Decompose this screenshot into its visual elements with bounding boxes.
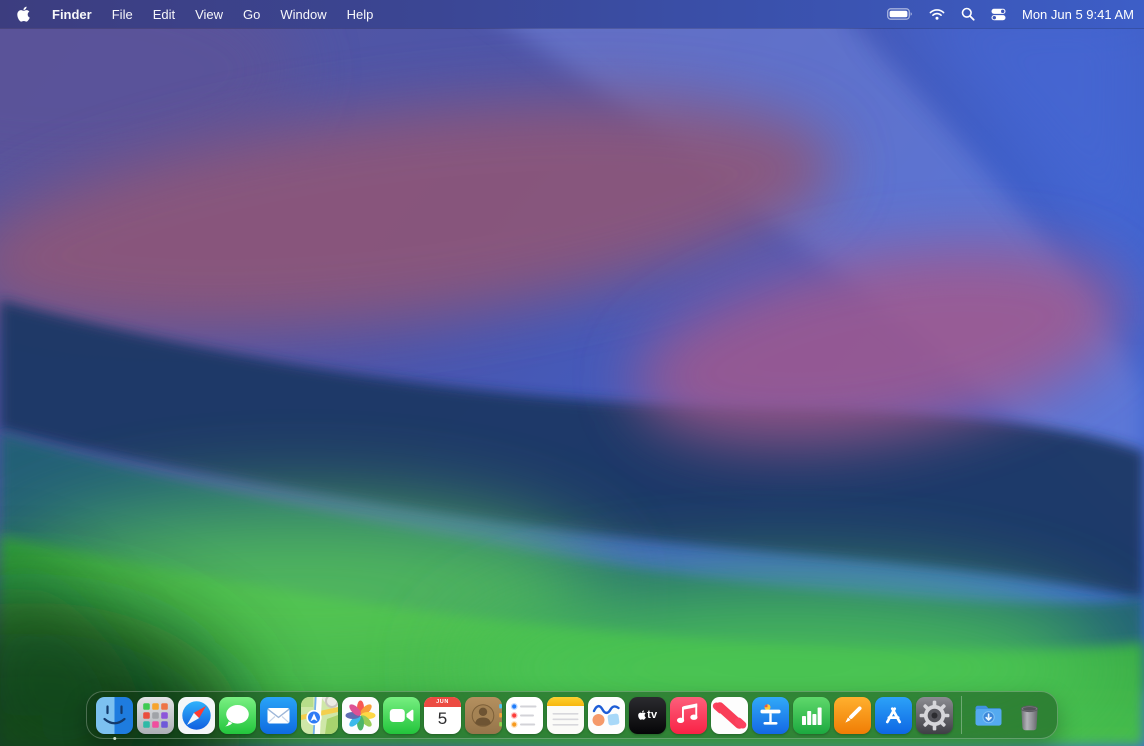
dock-divider <box>961 696 962 734</box>
dock-item-reminders[interactable] <box>505 693 544 737</box>
menu-bar: Finder File Edit View Go Window Help <box>0 0 1144 28</box>
control-center-icon[interactable] <box>983 0 1014 28</box>
dock-item-messages[interactable] <box>218 693 257 737</box>
menu-bar-left: Finder File Edit View Go Window Help <box>0 0 383 28</box>
dock-item-calendar[interactable]: JUN 5 <box>423 693 462 737</box>
dock-item-launchpad[interactable] <box>136 693 175 737</box>
downloads-folder-icon <box>970 697 1007 734</box>
dock-item-system-settings[interactable] <box>915 693 954 737</box>
trash-icon <box>1011 697 1048 734</box>
calendar-icon: JUN 5 <box>424 697 461 734</box>
dock-item-freeform[interactable] <box>587 693 626 737</box>
menu-item-view[interactable]: View <box>185 0 233 28</box>
dock-item-downloads[interactable] <box>969 693 1008 737</box>
dock-item-finder[interactable] <box>95 693 134 737</box>
menu-bar-status: Mon Jun 5 9:41 AM <box>879 0 1144 28</box>
reminders-icon <box>506 697 543 734</box>
safari-icon <box>178 697 215 734</box>
dock-item-app-store[interactable] <box>874 693 913 737</box>
tv-label: tv <box>647 709 657 721</box>
dock-item-pages[interactable] <box>833 693 872 737</box>
apple-logo-icon <box>638 710 646 720</box>
mail-icon <box>260 697 297 734</box>
dock-item-trash[interactable] <box>1010 693 1049 737</box>
desktop[interactable]: Finder File Edit View Go Window Help <box>0 0 1144 746</box>
dock-item-safari[interactable] <box>177 693 216 737</box>
dock-item-keynote[interactable] <box>751 693 790 737</box>
keynote-icon <box>752 697 789 734</box>
pages-icon <box>834 697 871 734</box>
dock-item-news[interactable] <box>710 693 749 737</box>
contacts-icon <box>465 697 502 734</box>
dock: JUN 5 <box>86 691 1058 739</box>
facetime-icon <box>383 697 420 734</box>
music-icon <box>670 697 707 734</box>
spotlight-search-icon[interactable] <box>953 0 983 28</box>
calendar-month-label: JUN <box>424 697 461 707</box>
freeform-icon <box>588 697 625 734</box>
photos-icon <box>342 697 379 734</box>
dock-item-music[interactable] <box>669 693 708 737</box>
menu-item-edit[interactable]: Edit <box>143 0 185 28</box>
menu-item-file[interactable]: File <box>102 0 143 28</box>
numbers-icon <box>793 697 830 734</box>
dock-item-tv[interactable]: tv <box>628 693 667 737</box>
dock-item-photos[interactable] <box>341 693 380 737</box>
finder-running-indicator <box>113 737 117 741</box>
dock-item-contacts[interactable] <box>464 693 503 737</box>
messages-icon <box>219 697 256 734</box>
apple-menu[interactable] <box>15 0 42 28</box>
dock-item-numbers[interactable] <box>792 693 831 737</box>
apple-tv-icon: tv <box>629 697 666 734</box>
news-icon <box>711 697 748 734</box>
finder-icon <box>96 697 133 734</box>
app-store-icon <box>875 697 912 734</box>
notes-icon <box>547 697 584 734</box>
maps-icon <box>301 697 338 734</box>
menu-item-help[interactable]: Help <box>337 0 384 28</box>
dock-item-notes[interactable] <box>546 693 585 737</box>
apple-logo-icon <box>17 6 30 22</box>
wifi-icon[interactable] <box>921 0 953 28</box>
launchpad-icon <box>137 697 174 734</box>
battery-icon[interactable] <box>879 0 921 28</box>
menu-item-window[interactable]: Window <box>270 0 336 28</box>
dock-item-maps[interactable] <box>300 693 339 737</box>
menu-bar-clock[interactable]: Mon Jun 5 9:41 AM <box>1014 7 1136 22</box>
desktop-wallpaper <box>0 0 1144 746</box>
menu-item-finder[interactable]: Finder <box>42 0 102 28</box>
menu-item-go[interactable]: Go <box>233 0 270 28</box>
dock-item-mail[interactable] <box>259 693 298 737</box>
calendar-day-label: 5 <box>424 707 461 734</box>
system-settings-icon <box>916 697 953 734</box>
dock-item-facetime[interactable] <box>382 693 421 737</box>
